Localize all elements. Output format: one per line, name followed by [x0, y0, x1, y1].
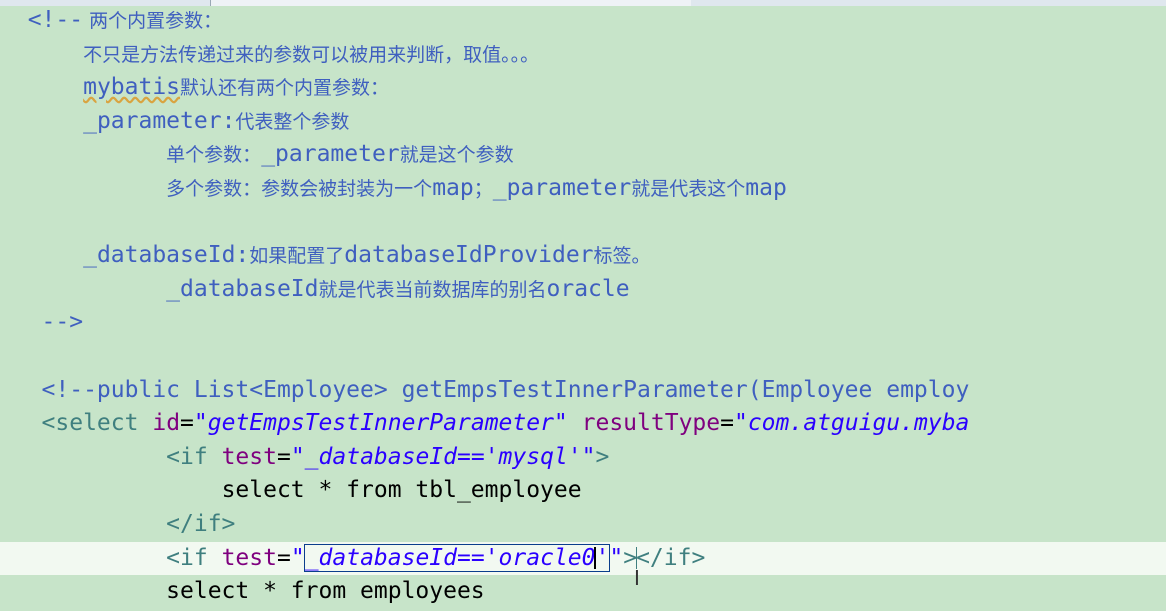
code-line: <select id="getEmpsTestInnerParameter" r…: [41, 410, 970, 437]
comment-text: 两个内置参数：: [83, 10, 223, 32]
code-line: mybatis默认还有两个内置参数：: [0, 71, 1166, 105]
xml-tag: <if: [166, 443, 208, 470]
comment-text: 默认还有两个内置参数：: [180, 77, 390, 100]
comment-text: 就是代表这个: [631, 177, 746, 200]
xml-attribute-value: "_databaseId=='mysql'": [290, 443, 596, 470]
code-line: _parameter:代表整个参数: [0, 105, 1166, 139]
code-line: _databaseId就是代表当前数据库的别名oracle: [0, 273, 1166, 307]
code-line: <!-- 两个内置参数：: [0, 4, 1166, 38]
current-code-line[interactable]: <if test="_databaseId=='oracle0'"></if>: [0, 541, 1166, 576]
linked-edit-box[interactable]: _databaseId=='oracle0': [303, 543, 611, 572]
xml-tag: </if>: [636, 544, 706, 571]
xml-attribute-value: ": [290, 544, 305, 571]
comment-keyword: _databaseId:: [83, 242, 250, 269]
xml-attribute-value: ': [595, 544, 610, 571]
comment-keyword: oracle: [546, 275, 630, 302]
xml-attribute-value: _databaseId=='oracle0: [304, 544, 596, 571]
code-line: </if>: [0, 508, 1166, 542]
sql-text: select * from tbl_employee: [221, 477, 582, 504]
xml-tag: <if: [166, 544, 208, 571]
comment-keyword: databaseIdProvider: [344, 242, 594, 269]
comment-close: -->: [41, 309, 84, 336]
code-line: <!--public List<Employee> getEmpsTestInn…: [0, 374, 1166, 408]
sql-text: select * from employees: [166, 578, 485, 605]
comment-keyword: map: [432, 174, 474, 201]
comment-keyword: mybatis: [83, 74, 181, 101]
ibeam-cursor-icon: I: [634, 566, 640, 590]
comment-text: 标签。: [593, 245, 651, 268]
code-line: <if test="_databaseId=='mysql'">: [166, 443, 610, 470]
code-line: _databaseId:如果配置了databaseIdProvider标签。: [0, 239, 1166, 273]
comment-keyword: _databaseId: [166, 275, 319, 302]
comment-text: 单个参数：: [166, 144, 262, 167]
code-line: -->: [0, 306, 1166, 340]
xml-attribute: test: [221, 544, 277, 571]
comment-text: ；: [473, 177, 493, 200]
code-line: select * from tbl_employee: [0, 474, 1166, 508]
comment-open: <!--: [27, 7, 84, 33]
xml-tag: <select: [41, 410, 139, 437]
comment-text: 就是代表当前数据库的别名: [318, 278, 547, 301]
xml-attribute-value: ": [609, 544, 624, 571]
xml-attribute: id: [152, 410, 181, 437]
xml-attribute-value: "getEmpsTestInnerParameter": [193, 410, 568, 437]
code-editor[interactable]: <!-- 两个内置参数： 不只是方法传递过来的参数可以被用来判断，取值。。。 m…: [0, 4, 1166, 609]
comment-text: 就是这个参数: [399, 144, 514, 167]
xml-attribute: test: [221, 443, 277, 470]
comment-keyword: _parameter: [261, 141, 400, 168]
comment-text: 代表整个参数: [235, 110, 350, 133]
comment-keyword: map: [745, 174, 787, 201]
xml-tag: </if>: [166, 510, 236, 537]
comment-text: 多个参数：参数会被封装为一个: [166, 177, 433, 200]
code-line: 不只是方法传递过来的参数可以被用来判断，取值。。。: [0, 38, 1166, 72]
comment-text: 不只是方法传递过来的参数可以被用来判断，取值。。。: [83, 43, 540, 66]
code-line: 单个参数：_parameter就是这个参数: [0, 138, 1166, 172]
xml-attribute: resultType: [581, 410, 721, 437]
code-line: select * from employees: [0, 575, 1166, 609]
xml-attribute-value: "com.atguigu.myba: [733, 410, 970, 437]
comment-text: 如果配置了: [249, 245, 345, 268]
xml-tag: >: [595, 443, 610, 470]
code-line: 多个参数：参数会被封装为一个map；_parameter就是代表这个map: [0, 172, 1166, 206]
comment-keyword: _parameter: [492, 174, 632, 201]
comment-keyword: _parameter:: [83, 107, 236, 134]
comment-signature: <!--public List<Employee> getEmpsTestInn…: [41, 376, 970, 403]
